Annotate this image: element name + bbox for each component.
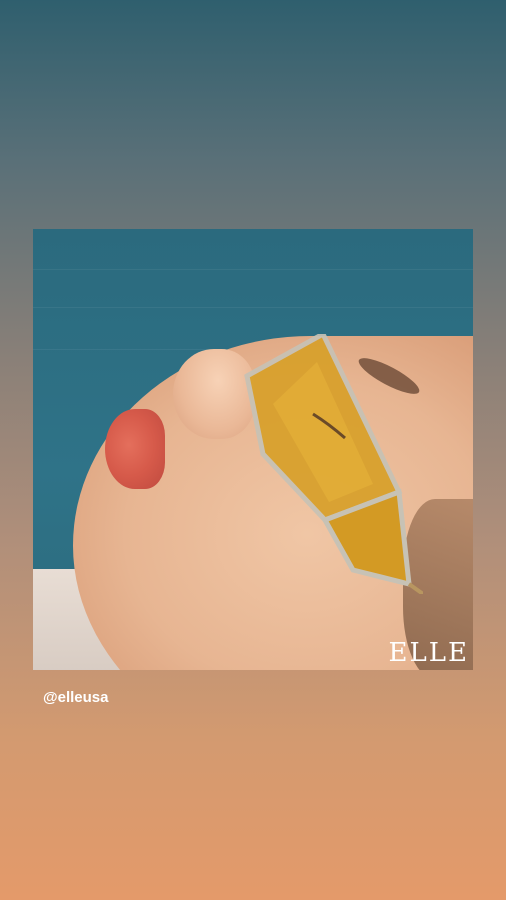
brand-logo: ELLE	[388, 638, 469, 668]
water-ripple	[33, 307, 473, 308]
username-link[interactable]: @elleusa	[43, 689, 109, 706]
sunglasses-icon	[244, 334, 423, 594]
story-post-image[interactable]: ELLE	[33, 229, 473, 670]
water-ripple	[33, 269, 473, 270]
lips	[105, 409, 165, 489]
